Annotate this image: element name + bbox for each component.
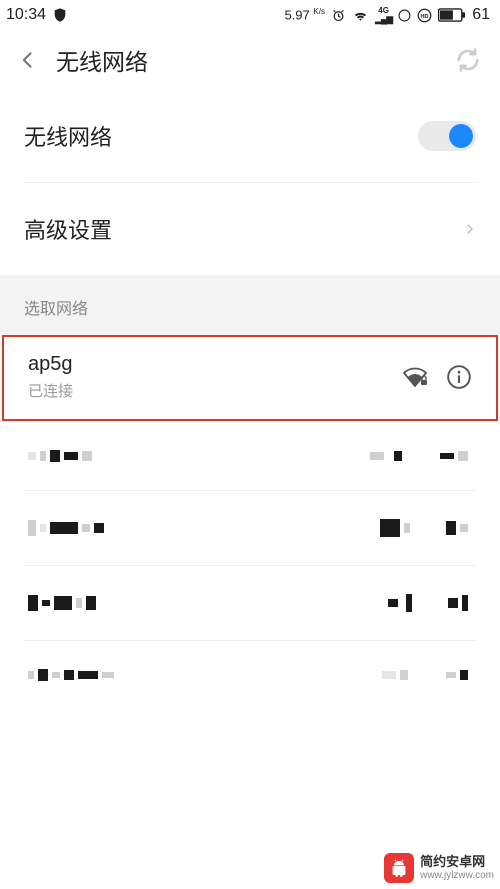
android-icon <box>384 853 414 883</box>
wifi-network-name: ap5g <box>28 353 388 376</box>
info-icon[interactable] <box>446 364 472 390</box>
wifi-network-status: 已连接 <box>28 380 388 401</box>
wifi-network-connected[interactable]: ap5g 已连接 <box>2 335 498 421</box>
shield-icon <box>52 7 68 23</box>
wifi-network-item[interactable] <box>0 491 500 565</box>
page-title: 无线网络 <box>56 43 148 77</box>
watermark-name: 简约安卓网 <box>420 855 494 869</box>
page-header: 无线网络 <box>0 30 500 90</box>
wifi-toggle-row[interactable]: 无线网络 <box>0 90 500 182</box>
status-speed: 5.97 K/s <box>284 7 325 22</box>
wifi-toggle[interactable] <box>418 121 476 151</box>
advanced-settings-row[interactable]: 高级设置 <box>0 183 500 275</box>
volte-icon <box>398 9 411 22</box>
wifi-network-item[interactable] <box>0 566 500 640</box>
cellular-icon: 4G ▂▄▆ <box>375 6 392 24</box>
svg-text:HD: HD <box>421 14 429 20</box>
advanced-settings-label: 高级设置 <box>24 213 464 245</box>
status-left: 10:34 <box>6 6 68 24</box>
refresh-icon[interactable] <box>454 46 482 74</box>
battery-pct: 61 <box>472 6 490 24</box>
hd-icon: HD <box>417 8 432 23</box>
wifi-icon <box>352 8 369 22</box>
watermark-url: www.jylzww.com <box>420 870 494 881</box>
back-icon[interactable] <box>18 50 38 70</box>
battery-icon <box>438 8 466 22</box>
status-right: 5.97 K/s 4G ▂▄▆ HD 61 <box>284 6 490 24</box>
wifi-toggle-label: 无线网络 <box>24 120 418 152</box>
wifi-signal-lock-icon <box>402 366 428 388</box>
watermark: 简约安卓网 www.jylzww.com <box>384 853 494 883</box>
wifi-network-item[interactable] <box>0 422 500 490</box>
status-time: 10:34 <box>6 6 46 24</box>
status-bar: 10:34 5.97 K/s 4G ▂▄▆ HD 61 <box>0 0 500 30</box>
wifi-network-item[interactable] <box>0 641 500 709</box>
select-network-header: 选取网络 <box>0 275 500 335</box>
alarm-icon <box>331 8 346 23</box>
chevron-right-icon <box>464 220 476 238</box>
